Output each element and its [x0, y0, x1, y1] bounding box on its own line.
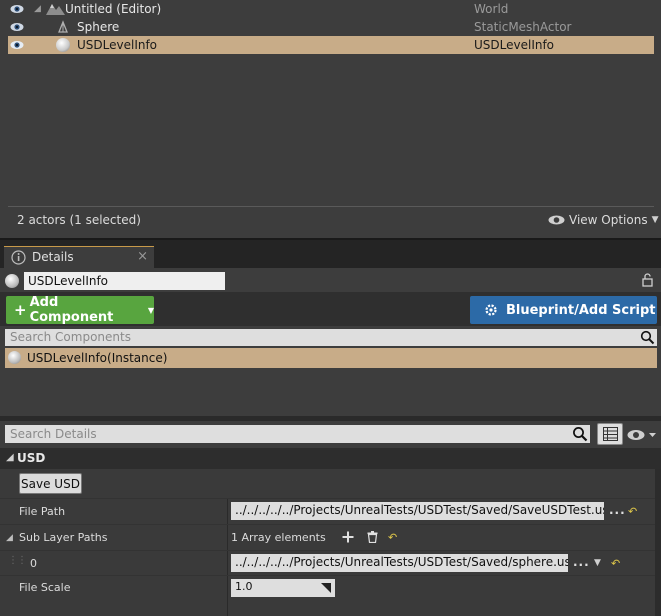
plus-icon: + — [14, 301, 27, 319]
splitter-bar[interactable] — [0, 416, 661, 421]
outliner-row-usdlevelinfo[interactable]: USDLevelInfo USDLevelInfo — [8, 36, 654, 54]
dropdown-arrow-icon[interactable]: ▼ — [594, 558, 601, 568]
expand-arrow-icon[interactable]: ◢ — [34, 4, 41, 14]
component-row-instance[interactable]: USDLevelInfo(Instance) — [5, 348, 657, 368]
browse-button[interactable]: ... — [609, 503, 626, 517]
array-count-text: 1 Array elements — [231, 531, 326, 544]
eye-icon — [548, 215, 565, 225]
row-divider — [0, 524, 661, 525]
scrollbar[interactable] — [655, 469, 661, 616]
component-label: USDLevelInfo(Instance) — [27, 351, 168, 365]
outliner-row-world[interactable]: ◢ Untitled (Editor) World — [8, 0, 654, 18]
chevron-down-icon: ▼ — [147, 305, 154, 315]
resize-handle-icon[interactable] — [321, 583, 331, 593]
gear-icon — [485, 304, 497, 316]
blueprint-add-script-button[interactable]: Blueprint/Add Script — [470, 296, 657, 324]
outliner-divider — [8, 206, 654, 207]
details-info-icon — [11, 250, 26, 265]
browse-button[interactable]: ... — [573, 555, 590, 569]
file-scale-field[interactable]: 1.0 — [231, 579, 335, 597]
row-divider — [0, 575, 661, 576]
file-path-field[interactable]: ../../../../../Projects/UnrealTests/USDT… — [231, 502, 604, 520]
static-mesh-icon — [58, 20, 68, 33]
file-scale-label: File Scale — [19, 581, 71, 594]
search-icon — [573, 427, 588, 442]
sphere-actor-icon — [56, 38, 70, 52]
close-icon[interactable]: × — [137, 249, 148, 264]
search-details-input[interactable]: Search Details — [5, 425, 590, 443]
file-path-label: File Path — [19, 505, 66, 518]
actor-name-field[interactable] — [24, 272, 225, 290]
tab-label: Details — [32, 250, 74, 264]
add-component-label: Add Component — [29, 295, 114, 325]
array-index-label: 0 — [30, 557, 37, 570]
outliner-row-label: Sphere — [77, 20, 120, 34]
blueprint-label: Blueprint/Add Script — [506, 302, 656, 318]
sub-layer-path-field[interactable]: ../../../../../Projects/UnrealTests/USDT… — [231, 554, 568, 572]
outliner-row-type: StaticMeshActor — [474, 20, 572, 34]
sphere-actor-icon — [8, 351, 21, 364]
visibility-filter-icon[interactable] — [627, 428, 657, 442]
save-usd-button[interactable]: Save USD — [19, 473, 82, 494]
eye-icon[interactable] — [10, 3, 24, 15]
row-divider — [0, 550, 661, 551]
collapse-arrow-icon: ◢ — [6, 452, 14, 463]
world-outliner-panel: ◢ Untitled (Editor) World Sphere StaticM… — [0, 0, 661, 240]
property-matrix-button[interactable] — [597, 423, 623, 445]
actors-count-text: 2 actors (1 selected) — [17, 213, 141, 227]
search-components-input[interactable]: Search Components — [5, 329, 657, 346]
grid-view-icon — [603, 427, 618, 441]
drag-handle-icon[interactable]: ⋮⋮ — [8, 555, 27, 566]
eye-icon[interactable] — [10, 39, 24, 51]
plus-icon[interactable] — [342, 531, 354, 543]
view-options-button[interactable]: View Options ▼ — [548, 212, 659, 228]
category-label: USD — [17, 451, 46, 465]
reset-arrow-icon[interactable]: ↶ — [611, 557, 620, 570]
trash-icon[interactable] — [367, 531, 378, 543]
add-component-button[interactable]: + Add Component ▼ — [6, 295, 154, 325]
outliner-row-sphere[interactable]: Sphere StaticMeshActor — [8, 18, 654, 36]
lock-icon[interactable] — [640, 272, 656, 288]
search-icon — [640, 330, 655, 345]
tab-details[interactable]: Details × — [4, 246, 154, 268]
outliner-row-label: Untitled (Editor) — [65, 2, 162, 16]
reset-arrow-icon[interactable]: ↶ — [628, 505, 637, 518]
outliner-row-type: USDLevelInfo — [474, 38, 555, 52]
outliner-row-label: USDLevelInfo — [77, 38, 158, 52]
reset-arrow-icon[interactable]: ↶ — [388, 531, 397, 544]
column-divider[interactable] — [227, 499, 228, 616]
sphere-actor-icon — [5, 274, 19, 288]
view-options-label: View Options — [569, 213, 648, 227]
eye-icon[interactable] — [10, 21, 24, 33]
collapse-arrow-icon[interactable]: ◢ — [6, 533, 13, 543]
world-icon — [46, 4, 65, 15]
category-header-usd[interactable]: ◢ USD — [0, 448, 661, 469]
outliner-row-type: World — [474, 2, 509, 16]
chevron-down-icon: ▼ — [651, 215, 659, 225]
row-divider — [0, 498, 661, 499]
sub-layer-paths-label: Sub Layer Paths — [19, 531, 108, 544]
